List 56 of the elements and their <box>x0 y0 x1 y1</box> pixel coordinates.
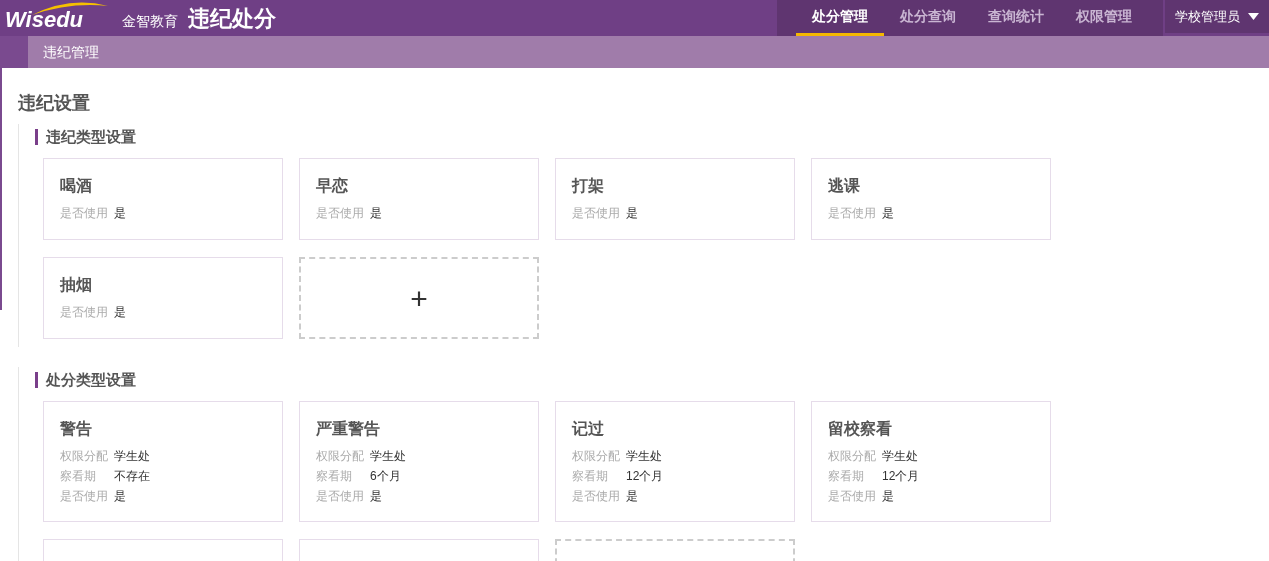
card-title: 逃课 <box>828 176 861 196</box>
field-value: 是 <box>370 205 382 222</box>
field-label: 是否使用 <box>60 304 109 321</box>
field-label: 权限分配 <box>316 448 365 465</box>
field-value: 是 <box>114 205 126 222</box>
field-label: 察看期 <box>60 468 97 485</box>
field-value: 学生处 <box>626 448 662 465</box>
field-label: 是否使用 <box>572 205 621 222</box>
field-label: 权限分配 <box>60 448 109 465</box>
field-value: 是 <box>114 488 126 505</box>
field-label: 权限分配 <box>828 448 877 465</box>
card-title: 打架 <box>572 176 605 196</box>
section-title: 处分类型设置 <box>46 369 136 390</box>
field-value: 是 <box>882 205 894 222</box>
field-label: 是否使用 <box>60 205 109 222</box>
field-value: 是 <box>882 488 894 505</box>
field-value: 12个月 <box>882 468 920 485</box>
card-title: 留校察看 <box>828 419 893 439</box>
field-value: 6个月 <box>370 468 401 485</box>
nav-tab[interactable]: 权限管理 <box>1060 0 1148 36</box>
user-menu[interactable]: 学校管理员 <box>1165 0 1269 33</box>
field-value: 是 <box>626 488 638 505</box>
add-card-button[interactable]: + <box>299 257 539 339</box>
field-label: 是否使用 <box>60 488 109 505</box>
field-value: 12个月 <box>626 468 664 485</box>
field-value: 是 <box>370 488 382 505</box>
logo-subtitle: 金智教育 <box>122 12 178 31</box>
field-value: 是 <box>626 205 638 222</box>
field-label: 察看期 <box>572 468 609 485</box>
field-value: 学生处 <box>882 448 918 465</box>
field-value: 不存在 <box>114 468 150 485</box>
field-label: 权限分配 <box>572 448 621 465</box>
field-label: 是否使用 <box>828 488 877 505</box>
card-title: 抽烟 <box>60 275 93 295</box>
caret-icon <box>1248 13 1259 20</box>
card-title: 警告 <box>60 419 93 439</box>
field-value: 学生处 <box>370 448 406 465</box>
field-value: 是 <box>114 304 126 321</box>
card-title: 严重警告 <box>316 419 381 439</box>
section-title: 违纪类型设置 <box>46 126 136 147</box>
nav-tab[interactable]: 处分查询 <box>884 0 972 36</box>
field-label: 是否使用 <box>572 488 621 505</box>
breadcrumb[interactable]: 违纪管理 <box>43 36 99 68</box>
field-label: 察看期 <box>828 468 865 485</box>
field-value: 学生处 <box>114 448 150 465</box>
field-label: 是否使用 <box>316 205 365 222</box>
card-title: 喝酒 <box>60 176 93 196</box>
card-title: 记过 <box>572 419 605 439</box>
app-title: 违纪处分 <box>188 4 276 33</box>
field-label: 察看期 <box>316 468 353 485</box>
nav-tab[interactable]: 查询统计 <box>972 0 1060 36</box>
page-title: 违纪设置 <box>18 92 91 115</box>
logo: Wisedu <box>5 9 84 31</box>
card-title: 早恋 <box>316 176 349 196</box>
field-label: 是否使用 <box>316 488 365 505</box>
field-label: 是否使用 <box>828 205 877 222</box>
